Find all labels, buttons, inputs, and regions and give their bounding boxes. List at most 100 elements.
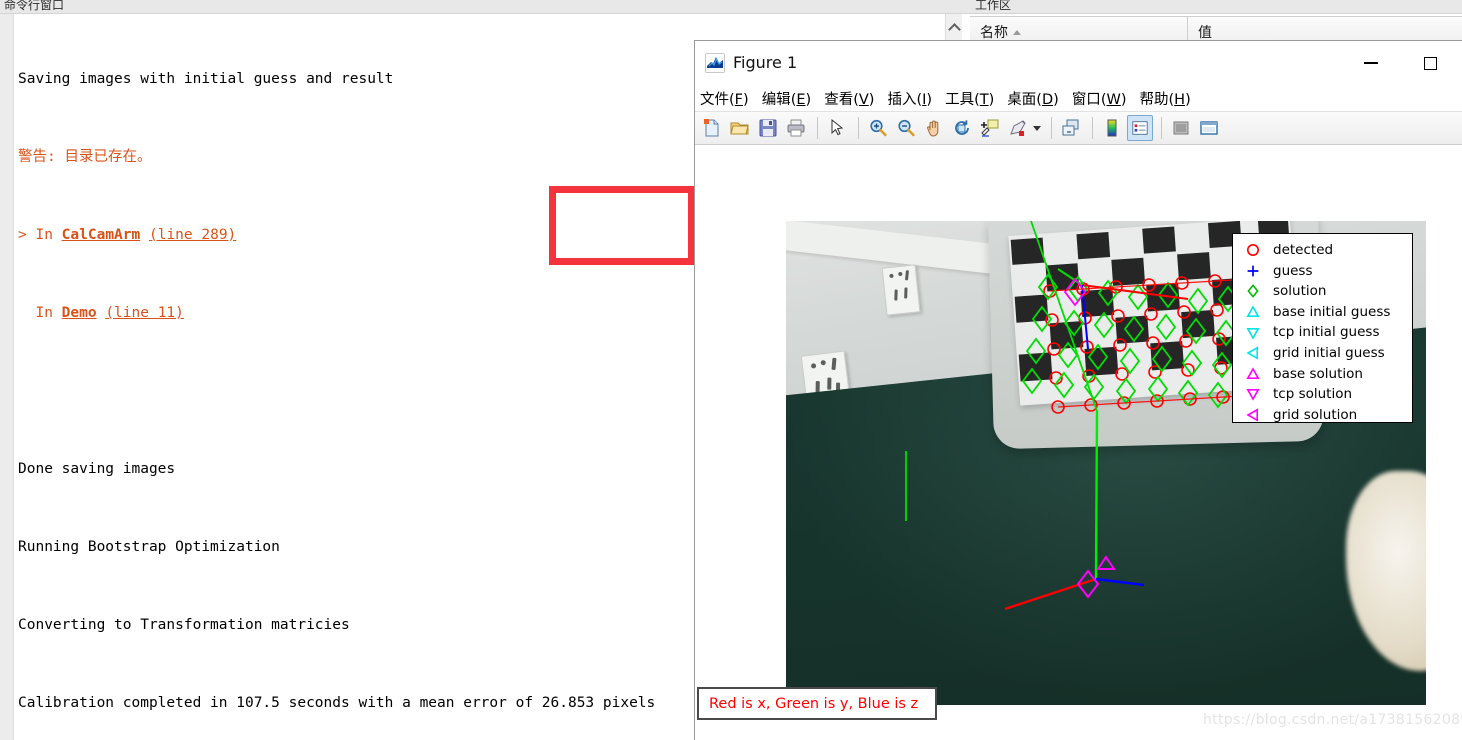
menu-file-label: 文件	[700, 91, 729, 108]
menu-file-mnemonic: F	[734, 91, 744, 108]
rotate-3d-icon[interactable]	[949, 115, 975, 141]
legend-label: base solution	[1273, 365, 1363, 382]
brush-icon[interactable]	[1005, 115, 1031, 141]
figure-title-label: Figure 1	[733, 53, 798, 72]
menu-view[interactable]: 查看(V)	[824, 88, 874, 109]
minimize-button[interactable]	[1348, 41, 1394, 85]
menu-help[interactable]: 帮助(H)	[1140, 88, 1191, 109]
menu-view-label: 查看	[824, 91, 854, 108]
screen-root: 命令行窗口 工作区 Saving images with initial gue…	[0, 0, 1462, 740]
workspace-column-value-label: 值	[1198, 25, 1212, 41]
trace-in: In	[35, 227, 53, 243]
triangle-down-marker-icon	[1233, 386, 1273, 402]
figure-titlebar[interactable]: Figure 1	[695, 41, 1462, 85]
figure-legend[interactable]: detected guess solution base initial gue…	[1232, 233, 1413, 423]
triangle-up-marker-icon	[1233, 304, 1273, 320]
menu-desktop[interactable]: 桌面(D)	[1007, 88, 1059, 109]
legend-entry-grid-solution: grid solution	[1233, 405, 1412, 426]
legend-label: detected	[1273, 242, 1334, 258]
legend-entry-base-solution: base solution	[1233, 364, 1412, 385]
circle-marker-icon	[1233, 242, 1273, 258]
triangle-left-marker-icon	[1233, 345, 1273, 361]
menu-desktop-mnemonic: D	[1041, 91, 1054, 108]
menu-edit-label: 编辑	[761, 91, 791, 108]
legend-entry-tcp-solution: tcp solution	[1233, 384, 1412, 405]
workspace-column-name-label: 名称	[980, 25, 1008, 41]
menu-window-label: 窗口	[1071, 91, 1101, 108]
zoom-out-icon[interactable]	[893, 115, 919, 141]
menu-help-label: 帮助	[1139, 91, 1169, 108]
legend-label: base initial guess	[1273, 303, 1391, 320]
panel-tabstrip: 命令行窗口 工作区	[0, 0, 1462, 14]
axis-color-note: Red is x, Green is y, Blue is z	[697, 687, 937, 720]
print-figure-icon[interactable]	[783, 115, 809, 141]
menu-insert[interactable]: 插入(I)	[887, 88, 932, 109]
legend-label: tcp initial guess	[1273, 324, 1380, 341]
menu-edit[interactable]: 编辑(E)	[762, 88, 812, 109]
menu-view-mnemonic: V	[858, 91, 869, 108]
diamond-marker-icon	[1233, 283, 1273, 299]
show-plot-tools-icon[interactable]	[1196, 115, 1222, 141]
menu-window-mnemonic: W	[1106, 91, 1121, 108]
link-data-icon[interactable]	[1058, 115, 1084, 141]
save-figure-icon[interactable]	[755, 115, 781, 141]
trace-line-link[interactable]: (line 11)	[105, 305, 184, 321]
menu-tools-mnemonic: T	[979, 91, 989, 108]
toolbar-separator	[1051, 117, 1052, 139]
pointer-icon[interactable]	[824, 115, 850, 141]
zoom-in-icon[interactable]	[865, 115, 891, 141]
legend-entry-guess: guess	[1233, 261, 1412, 282]
wall-socket	[881, 264, 921, 316]
trace-arrow: >	[18, 227, 27, 243]
brush-dropdown-caret-icon[interactable]	[1033, 125, 1041, 131]
legend-entry-base-initial-guess: base initial guess	[1233, 302, 1412, 323]
triangle-down-marker-icon	[1233, 325, 1273, 341]
legend-entry-detected: detected	[1233, 240, 1412, 261]
figure-canvas[interactable]: detected guess solution base initial gue…	[695, 145, 1462, 740]
legend-icon[interactable]	[1127, 115, 1153, 141]
command-window-gutter	[0, 14, 14, 740]
legend-entry-solution: solution	[1233, 281, 1412, 302]
menu-help-mnemonic: H	[1174, 91, 1186, 108]
triangle-left-marker-icon	[1233, 407, 1273, 423]
figure-menubar[interactable]: 文件(F) 编辑(E) 查看(V) 插入(I) 工具(T) 桌面(D) 窗口(W…	[695, 85, 1462, 111]
tab-command-window[interactable]: 命令行窗口	[4, 0, 64, 13]
trace-line-link[interactable]: (line 289)	[149, 227, 236, 243]
toolbar-separator	[817, 117, 818, 139]
tab-workspace[interactable]: 工作区	[975, 0, 1011, 13]
pan-icon[interactable]	[921, 115, 947, 141]
legend-label: grid initial guess	[1273, 344, 1385, 361]
colorbar-icon[interactable]	[1099, 115, 1125, 141]
highlight-rectangle-annotation	[549, 186, 695, 265]
menu-edit-mnemonic: E	[796, 91, 806, 108]
figure-window[interactable]: Figure 1 文件(F) 编辑(E) 查看(V) 插入(I) 工具(T) 桌…	[694, 40, 1462, 740]
menu-file[interactable]: 文件(F)	[700, 88, 749, 109]
scroll-up-icon[interactable]	[946, 14, 963, 40]
toolbar-separator	[1161, 117, 1162, 139]
open-file-icon[interactable]	[727, 115, 753, 141]
legend-entry-grid-initial-guess: grid initial guess	[1233, 343, 1412, 364]
legend-entry-tcp-initial-guess: tcp initial guess	[1233, 322, 1412, 343]
maximize-button[interactable]	[1407, 41, 1453, 85]
watermark: https://blog.csdn.net/a17381562089	[1203, 712, 1462, 728]
menu-window[interactable]: 窗口(W)	[1072, 88, 1127, 109]
hide-plot-tools-icon[interactable]	[1168, 115, 1194, 141]
legend-label: solution	[1273, 283, 1327, 300]
minimize-icon	[1364, 62, 1378, 64]
new-figure-icon[interactable]	[699, 115, 725, 141]
toolbar-separator	[858, 117, 859, 139]
axis-color-note-label: Red is x, Green is y, Blue is z	[709, 695, 919, 712]
trace-in: In	[35, 305, 53, 321]
triangle-up-marker-icon	[1233, 366, 1273, 382]
legend-label: grid solution	[1273, 406, 1358, 423]
toolbar-separator	[1092, 117, 1093, 139]
data-cursor-icon[interactable]	[977, 115, 1003, 141]
trace-function-link[interactable]: CalCamArm	[62, 227, 141, 243]
menu-tools[interactable]: 工具(T)	[945, 88, 994, 109]
trace-function-link[interactable]: Demo	[62, 305, 97, 321]
maximize-icon	[1423, 56, 1437, 70]
figure-toolbar[interactable]	[695, 111, 1462, 145]
legend-label: guess	[1273, 262, 1313, 279]
menu-tools-label: 工具	[945, 91, 975, 108]
matlab-logo-icon	[705, 53, 725, 73]
